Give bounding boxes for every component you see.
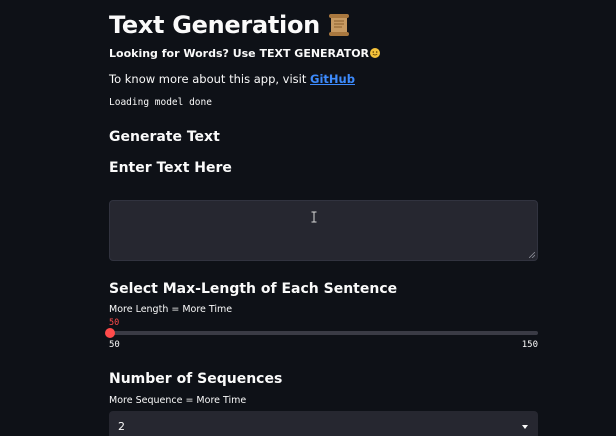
sequences-heading: Number of Sequences — [109, 371, 283, 387]
sequences-selected-value: 2 — [118, 420, 125, 433]
resize-grip-icon[interactable] — [529, 252, 535, 258]
max-length-caption: More Length = More Time — [109, 304, 233, 315]
github-link[interactable]: GitHub — [310, 72, 355, 86]
generate-text-heading: Generate Text — [109, 129, 220, 145]
max-length-heading: Select Max-Length of Each Sentence — [109, 281, 398, 297]
max-length-slider-thumb[interactable] — [105, 328, 115, 338]
slider-current-value: 50 — [109, 318, 120, 328]
app-page: Text Generation Looking for Words? Use T… — [0, 0, 616, 436]
scroll-icon — [328, 13, 350, 37]
text-input-area[interactable] — [109, 200, 538, 261]
chevron-down-icon[interactable] — [522, 425, 528, 429]
text-cursor-icon — [311, 211, 317, 223]
slider-min-label: 50 — [109, 340, 120, 350]
sequences-select[interactable]: 2 — [109, 411, 538, 436]
smiling-face-icon — [370, 48, 381, 58]
enter-text-heading: Enter Text Here — [109, 160, 232, 176]
max-length-slider-track[interactable] — [109, 331, 538, 335]
slider-max-label: 150 — [521, 340, 538, 350]
sequences-caption: More Sequence = More Time — [109, 395, 247, 406]
info-prefix: To know more about this app, visit — [109, 72, 311, 86]
page-title: Text Generation — [109, 11, 320, 39]
tagline-text: Looking for Words? Use TEXT GENERATOR — [109, 47, 370, 60]
info-text: To know more about this app, visit GitHu… — [109, 72, 355, 86]
page-title-row: Text Generation — [109, 10, 350, 40]
model-status: Loading model done — [109, 97, 212, 108]
tagline: Looking for Words? Use TEXT GENERATOR — [109, 47, 381, 60]
